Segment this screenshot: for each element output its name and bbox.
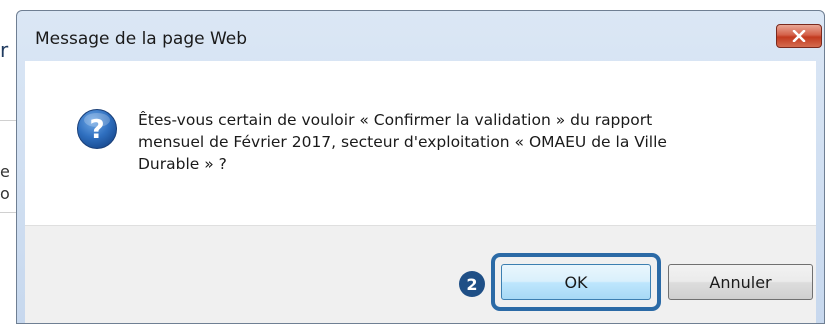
question-icon: ? [77, 109, 117, 149]
dialog-button-bar: 2 OK Annuler [25, 225, 816, 323]
message-line: mensuel de Février 2017, secteur d'explo… [138, 133, 667, 151]
close-icon [792, 30, 806, 42]
background-divider [0, 212, 16, 213]
ok-button[interactable]: OK [501, 264, 651, 300]
background-text-fragment: r [0, 38, 9, 62]
svg-text:?: ? [89, 115, 104, 145]
dialog-message: Êtes-vous certain de vouloir « Confirmer… [138, 109, 798, 175]
cancel-button[interactable]: Annuler [668, 264, 813, 300]
message-line: Durable » ? [138, 155, 227, 173]
background-divider [0, 120, 16, 121]
background-text-fragment: o [0, 184, 10, 203]
background-page: r e o [0, 0, 16, 324]
dialog-titlebar[interactable]: Message de la page Web [17, 11, 824, 61]
background-text-fragment: e [0, 162, 10, 181]
message-line: Êtes-vous certain de vouloir « Confirmer… [138, 111, 653, 129]
step-badge: 2 [459, 271, 485, 297]
screen: r e o Message de la page Web ? Êtes-vous… [0, 0, 825, 324]
dialog-title: Message de la page Web [35, 29, 248, 49]
dialog-content: ? Êtes-vous certain de vouloir « Confirm… [25, 61, 816, 225]
close-button[interactable] [776, 24, 822, 48]
confirm-dialog: Message de la page Web ? Êtes-vous certa… [16, 10, 825, 324]
